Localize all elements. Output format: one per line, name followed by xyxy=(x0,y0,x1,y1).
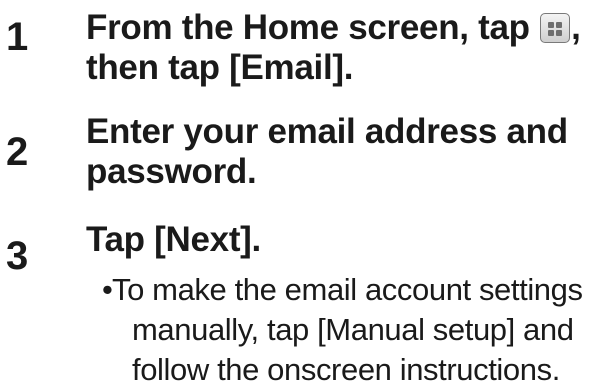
step-line: Enter your email address and xyxy=(86,112,568,151)
step-line: Tap [Next]. xyxy=(86,220,261,259)
note-line: follow the onscreen instructions. xyxy=(132,352,560,387)
step-line: password. xyxy=(86,152,257,191)
step-text: Enter your email address and password. xyxy=(86,112,606,192)
note-line: To make the email account settings xyxy=(112,272,583,307)
step-line: then tap [Email]. xyxy=(86,48,354,87)
note-text: To make the email account settings manua… xyxy=(112,270,608,390)
step-text: From the Home screen, tap , then tap [Em… xyxy=(86,8,606,88)
step-number: 1 xyxy=(6,15,29,59)
step-text: Tap [Next]. xyxy=(86,220,606,260)
step-number: 2 xyxy=(6,130,29,174)
apps-grid-icon xyxy=(540,13,571,43)
step-line: From the Home screen, tap , xyxy=(86,8,606,48)
step-text-fragment: , xyxy=(571,8,581,47)
step-number: 3 xyxy=(6,234,29,278)
step-text-fragment: From the Home screen, tap xyxy=(86,8,540,47)
note-line: manually, tap [Manual setup] and xyxy=(132,312,574,347)
